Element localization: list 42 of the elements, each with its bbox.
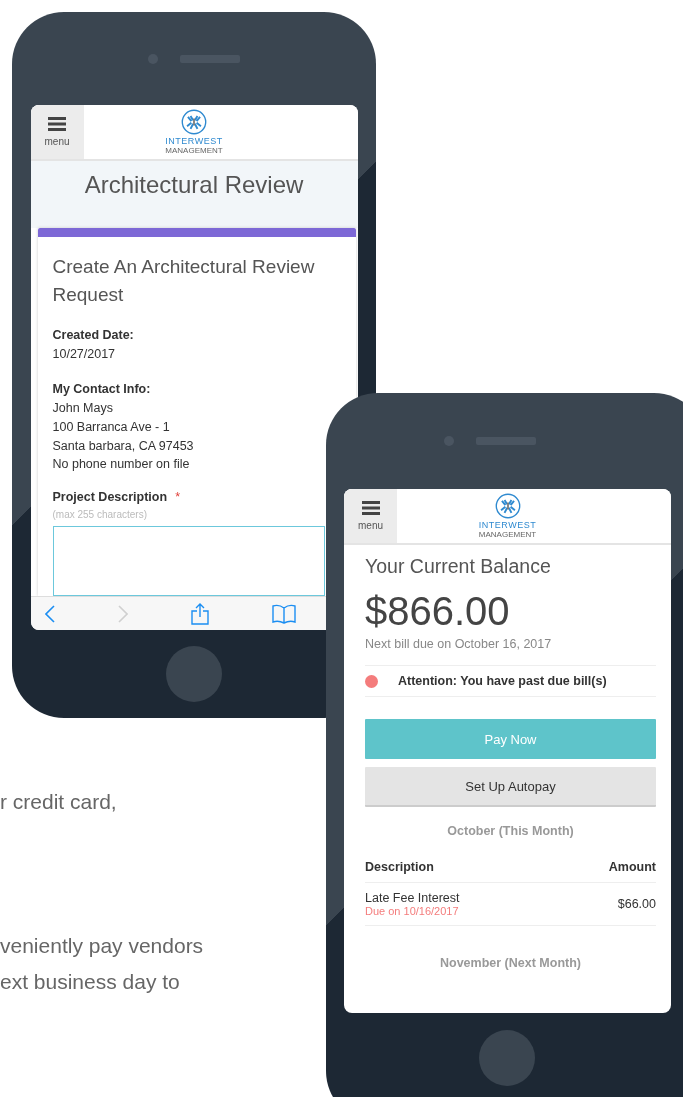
page-title: Architectural Review <box>84 171 304 200</box>
column-header: Amount <box>608 860 656 874</box>
alert-dot <box>365 674 378 688</box>
body-text: veniently pay vendors <box>0 933 204 959</box>
info-value: John Mays <box>52 400 114 418</box>
month-heading: October (This Month) <box>446 824 575 838</box>
share-icon[interactable] <box>190 602 209 625</box>
info-value: No phone number on file <box>52 456 191 474</box>
charge-description: Late Fee Interest <box>365 891 460 905</box>
field-hint: (max 255 characters) <box>52 508 148 520</box>
description-field[interactable] <box>52 525 325 596</box>
balance-amount: $866.00 <box>365 588 511 635</box>
alert-text: Attention: You have past due bill(s) <box>398 674 607 688</box>
menu-button[interactable]: menu <box>344 489 397 543</box>
logo-subtitle: MANAGEMENT <box>165 146 223 155</box>
body-text: ext business day to <box>0 969 181 995</box>
column-header: Description <box>365 860 434 874</box>
info-label: Created Date: <box>52 327 135 344</box>
autopay-button[interactable]: Set Up Autopay <box>365 767 656 807</box>
logo-subtitle: MANAGEMENT <box>478 530 537 539</box>
body-text: r credit card, <box>0 789 118 815</box>
logo-icon <box>494 493 521 519</box>
menu-button[interactable]: menu <box>30 105 84 159</box>
required-mark: * <box>175 489 180 504</box>
logo-title: INTERWEST <box>165 136 223 146</box>
logo-title: INTERWEST <box>478 520 537 530</box>
next-bill-text: Next bill due on October 16, 2017 <box>365 637 656 666</box>
field-label: Project Description <box>52 489 168 504</box>
menu-icon <box>361 501 380 515</box>
form-title: Create An Architectural Review Request <box>52 255 316 307</box>
due-date: Due on 10/16/2017 <box>365 905 460 917</box>
month-heading: November (Next Month) <box>439 956 582 970</box>
info-value: Santa barbara, CA 97453 <box>52 437 195 455</box>
menu-icon <box>48 117 66 131</box>
logo-icon <box>181 109 207 135</box>
charge-amount: $66.00 <box>617 897 656 911</box>
balance-title: Your Current Balance <box>365 554 552 579</box>
info-value: 10/27/2017 <box>52 345 117 363</box>
info-value: 100 Barranca Ave - 1 <box>52 418 171 436</box>
back-icon[interactable] <box>44 604 55 623</box>
info-label: My Contact Info: <box>52 381 152 399</box>
bookmarks-icon[interactable] <box>271 603 296 624</box>
